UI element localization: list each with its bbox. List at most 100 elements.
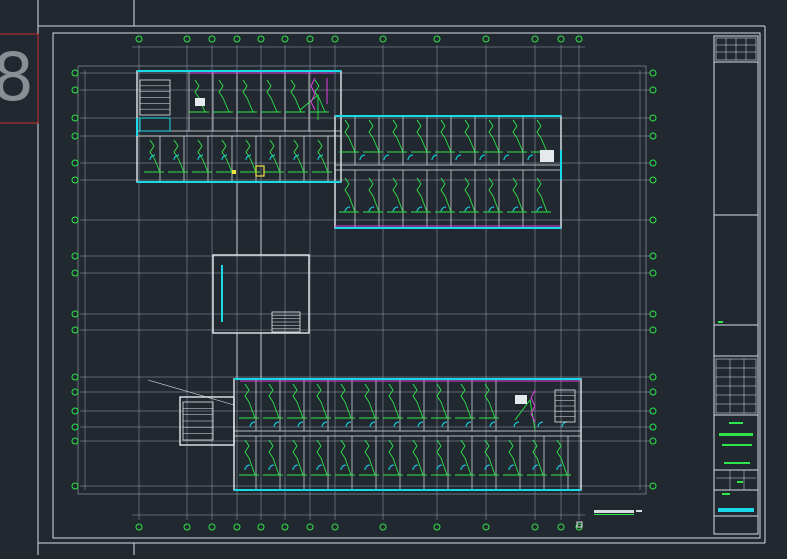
building-outline bbox=[233, 378, 582, 491]
door-swing bbox=[417, 421, 424, 428]
grid-bubble bbox=[71, 437, 79, 445]
wiring-run bbox=[316, 439, 328, 476]
grid-bubble bbox=[71, 423, 79, 431]
grid-bubble bbox=[433, 35, 441, 43]
grid-bubble bbox=[306, 35, 314, 43]
door-swing bbox=[416, 206, 423, 213]
door-swing bbox=[527, 154, 534, 161]
grid-bubble bbox=[649, 114, 657, 122]
fixtures bbox=[139, 79, 583, 528]
link-corridor bbox=[236, 332, 262, 380]
grid-bubble bbox=[649, 216, 657, 224]
grid-bubble bbox=[649, 326, 657, 334]
equipment-box bbox=[540, 150, 554, 162]
door-swing bbox=[321, 421, 328, 428]
wiring-run bbox=[388, 439, 400, 476]
door-swing bbox=[536, 206, 543, 213]
grid-bubble bbox=[208, 35, 216, 43]
door-swing bbox=[388, 464, 395, 471]
grid-bubble bbox=[71, 86, 79, 94]
grid-bubble bbox=[531, 35, 539, 43]
grid-bubble bbox=[183, 35, 191, 43]
door-swing bbox=[489, 421, 496, 428]
grid-bubble bbox=[208, 523, 216, 531]
magenta-riser bbox=[530, 389, 536, 423]
sheet-frame bbox=[37, 0, 766, 555]
grid-bubbles bbox=[71, 35, 657, 531]
grid-bubble bbox=[649, 482, 657, 490]
door-swing bbox=[297, 421, 304, 428]
door-swing bbox=[340, 464, 347, 471]
grid-bubble bbox=[135, 523, 143, 531]
grid-bubble bbox=[649, 86, 657, 94]
equipment-box bbox=[139, 117, 171, 132]
wiring-run bbox=[364, 439, 376, 476]
grid-bubble bbox=[183, 523, 191, 531]
yellow-mark bbox=[255, 165, 265, 177]
door-swing bbox=[368, 206, 375, 213]
wiring-run bbox=[292, 439, 304, 476]
grid-bubble bbox=[649, 310, 657, 318]
grid-bubble bbox=[71, 216, 79, 224]
door-swing bbox=[436, 464, 443, 471]
grid-bubble bbox=[649, 437, 657, 445]
door-swing bbox=[508, 464, 515, 471]
wiring-run bbox=[242, 79, 254, 113]
door-swing bbox=[503, 154, 510, 161]
grid-bubble bbox=[482, 35, 490, 43]
wiring-run bbox=[316, 383, 328, 419]
door-swing bbox=[412, 464, 419, 471]
door-swing bbox=[292, 464, 299, 471]
grid-bubble bbox=[649, 159, 657, 167]
wiring-run bbox=[244, 439, 256, 476]
door-swing bbox=[431, 154, 438, 161]
door-swing bbox=[359, 154, 366, 161]
grid-bubble bbox=[575, 35, 583, 43]
cad-canvas[interactable]: 8 bbox=[0, 0, 787, 555]
grid-bubble bbox=[433, 523, 441, 531]
grid-bubble bbox=[71, 114, 79, 122]
grid-bubble bbox=[649, 69, 657, 77]
grid-bubble bbox=[71, 176, 79, 184]
grid-bubble bbox=[257, 523, 265, 531]
door-swing bbox=[512, 206, 519, 213]
wiring-run bbox=[388, 383, 400, 419]
wiring-run bbox=[412, 439, 424, 476]
grid-bubble bbox=[557, 35, 565, 43]
door-swing bbox=[273, 421, 280, 428]
grid-bubble bbox=[482, 523, 490, 531]
door-swing bbox=[383, 154, 390, 161]
door-swing bbox=[537, 421, 544, 428]
grid-bubble bbox=[71, 388, 79, 396]
grid-bubble bbox=[281, 523, 289, 531]
grid-bubble bbox=[71, 482, 79, 490]
floor-plan-drawing bbox=[0, 0, 766, 555]
wiring-run bbox=[460, 439, 472, 476]
door-swing bbox=[532, 464, 539, 471]
grid-bubble bbox=[649, 407, 657, 415]
grid-bubble bbox=[233, 35, 241, 43]
door-swing bbox=[407, 154, 414, 161]
wiring-run bbox=[292, 383, 304, 419]
magenta-riser bbox=[310, 77, 316, 111]
link-corridor bbox=[236, 181, 262, 256]
magenta-equipment bbox=[190, 72, 580, 423]
grid-bubble bbox=[71, 159, 79, 167]
door-swing bbox=[249, 421, 256, 428]
grid-bubble bbox=[71, 132, 79, 140]
equipment-box bbox=[515, 395, 527, 404]
door-swing bbox=[465, 421, 472, 428]
equipment-box bbox=[195, 98, 205, 106]
wiring-run bbox=[484, 383, 496, 419]
grid-bubble bbox=[306, 523, 314, 531]
door-swing bbox=[316, 464, 323, 471]
wiring-run bbox=[268, 383, 280, 419]
door-swing bbox=[441, 421, 448, 428]
door-swing bbox=[344, 206, 351, 213]
grid-bubble bbox=[649, 176, 657, 184]
wiring-run bbox=[556, 439, 568, 476]
wiring-run bbox=[340, 383, 352, 419]
wiring-run bbox=[412, 383, 424, 419]
door-swing bbox=[345, 421, 352, 428]
wiring-run bbox=[484, 439, 496, 476]
